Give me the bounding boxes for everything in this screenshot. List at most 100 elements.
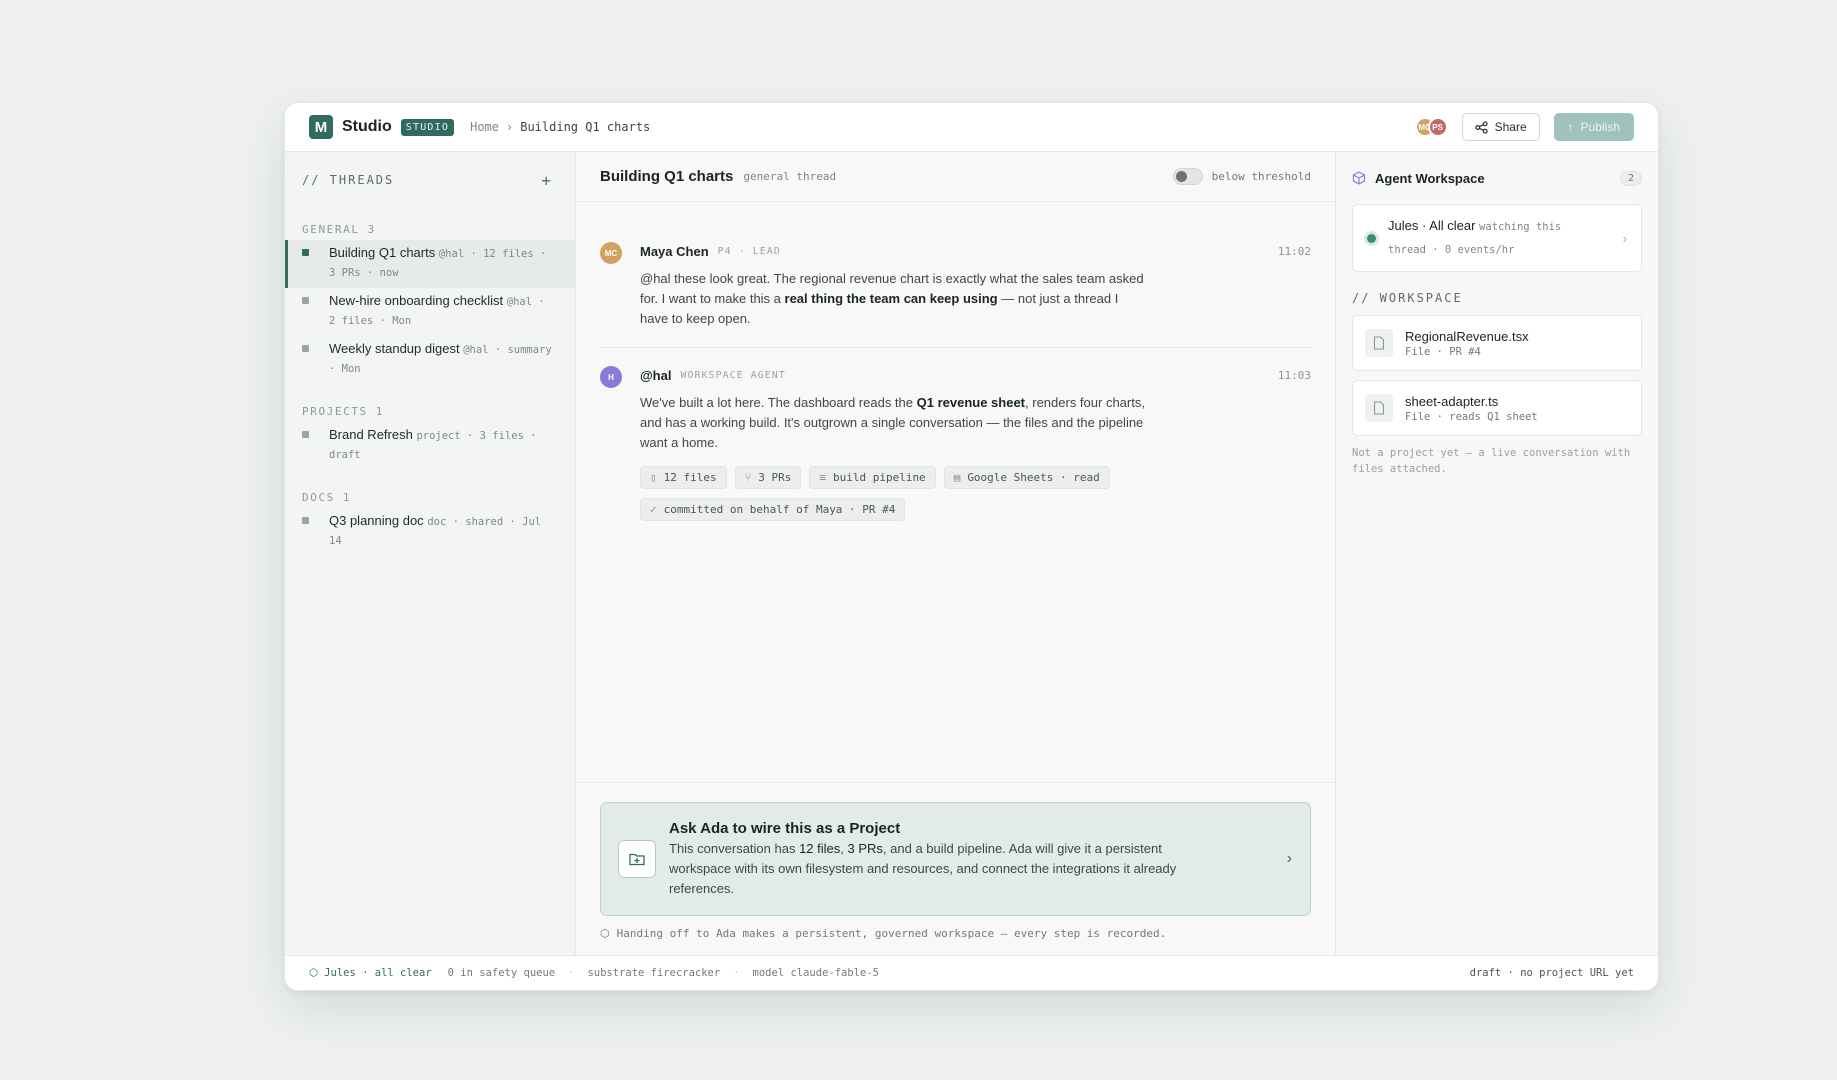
studio-badge: STUDIO <box>400 118 455 136</box>
agent-workspace-header: Agent Workspace 2 <box>1336 152 1658 204</box>
thread-item-q3-planning[interactable]: Q3 planning doc doc · shared · Jul 14 <box>285 508 575 556</box>
thread-title: New-hire onboarding checklist <box>329 293 504 308</box>
brand-name: Studio <box>342 118 392 135</box>
file-item[interactable]: RegionalRevenue.tsx File · PR #4 <box>1352 315 1642 371</box>
group-projects: PROJECTS 1 <box>285 400 575 422</box>
breadcrumb: Home › Building Q1 charts <box>470 120 650 134</box>
conversation-panel: Building Q1 charts general thread below … <box>576 152 1336 955</box>
publish-label: Publish <box>1580 120 1620 134</box>
file-name: RegionalRevenue.tsx <box>1405 328 1529 344</box>
thread-title: Building Q1 charts <box>329 245 436 260</box>
message-bold-text: Q1 revenue sheet <box>916 395 1026 410</box>
breadcrumb-home[interactable]: Home <box>470 120 499 134</box>
status-separator: · <box>733 967 740 979</box>
cta-prs: 3 PRs <box>847 840 883 856</box>
chip-label: 3 PRs <box>758 471 792 484</box>
thread-title: Q3 planning doc <box>329 513 424 528</box>
conversation-subtitle: general thread <box>743 170 837 183</box>
app-window: M Studio STUDIO Home › Building Q1 chart… <box>284 102 1659 991</box>
message-role: WORKSPACE AGENT <box>680 369 786 381</box>
message-author[interactable]: @hal <box>640 368 671 383</box>
toggle-label: below threshold <box>1211 170 1311 183</box>
handoff-note: ⬡ Handing off to Ada makes a persistent,… <box>600 927 1166 940</box>
app-logo[interactable]: M <box>309 115 333 139</box>
handoff-text: Handing off to Ada makes a persistent, g… <box>616 927 1167 940</box>
status-draft: draft · no project URL yet <box>1469 967 1634 979</box>
chip-prs[interactable]: ⑂ 3 PRs <box>734 466 802 489</box>
status-jules[interactable]: Jules · all clear <box>324 967 431 979</box>
group-label: PROJECTS <box>302 404 368 418</box>
commit-chip-row: ✓ committed on behalf of Maya · PR #4 <box>640 498 1240 521</box>
cta-description: This conversation has 12 files, 3 PRs, a… <box>669 839 1199 899</box>
message-bold-text: real thing the team can keep using <box>784 291 998 306</box>
breadcrumb-separator-icon: › <box>506 120 514 134</box>
thread-square-icon <box>302 431 309 438</box>
ask-ada-project-card[interactable]: Ask Ada to wire this as a Project This c… <box>600 802 1311 916</box>
thread-square-icon <box>302 297 309 304</box>
avatar: MC <box>600 242 622 264</box>
share-button[interactable]: Share <box>1461 113 1540 141</box>
share-icon <box>1474 120 1488 134</box>
conversation-header: Building Q1 charts general thread below … <box>576 152 1335 202</box>
thread-square-icon <box>302 345 309 352</box>
artifact-chips: ▯ 12 files ⑂ 3 PRs ≡ build pipeline ▤ Google… <box>640 466 1240 489</box>
status-model: model claude-fable-5 <box>752 967 879 979</box>
message-body: We've built a lot here. The dashboard re… <box>640 393 1145 453</box>
sheet-icon: ▤ <box>953 471 961 484</box>
threads-sidebar: // THREADS + GENERAL 3 Building Q1 chart… <box>285 152 576 955</box>
cta-text: , <box>840 840 848 856</box>
group-docs: DOCS 1 <box>285 486 575 508</box>
message-time: 11:03 <box>1277 368 1311 382</box>
thread-item-standup-digest[interactable]: Weekly standup digest @hal · summary · M… <box>285 336 575 384</box>
message-body: @hal these look great. The regional reve… <box>640 269 1145 329</box>
workspace-count-badge: 2 <box>1619 170 1642 186</box>
collaborator-avatars: MC PS <box>1414 117 1448 137</box>
threads-header: // THREADS + <box>285 152 575 208</box>
avatar: H <box>600 366 622 388</box>
avatar[interactable]: PS <box>1427 117 1448 137</box>
folder-plus-icon <box>618 840 656 878</box>
group-count: 1 <box>342 490 352 504</box>
message-role: P4 · LEAD <box>717 245 781 257</box>
thread-title: Weekly standup digest <box>329 341 460 356</box>
check-circle-icon: ✓ <box>650 503 657 516</box>
publish-button[interactable]: ↑ Publish <box>1553 113 1634 141</box>
cta-text: This conversation has <box>669 840 800 856</box>
status-substrate: substrate firecracker <box>587 967 721 979</box>
status-dot-icon <box>1367 233 1376 243</box>
threshold-toggle[interactable]: below threshold <box>1172 168 1311 185</box>
group-count: 1 <box>375 404 385 418</box>
cube-icon <box>1352 171 1366 185</box>
chevron-right-icon: › <box>1286 850 1292 867</box>
group-general: GENERAL 3 <box>285 218 575 240</box>
message-author[interactable]: Maya Chen <box>640 244 709 259</box>
thread-item-building-q1-charts[interactable]: Building Q1 charts @hal · 12 files · 3 P… <box>285 240 575 288</box>
thread-title: Brand Refresh <box>329 427 413 442</box>
message-maya: MC Maya Chen P4 · LEAD 11:02 @hal these … <box>576 241 1335 329</box>
top-bar: M Studio STUDIO Home › Building Q1 chart… <box>285 103 1658 152</box>
add-thread-plus-icon[interactable]: + <box>541 171 551 190</box>
file-item[interactable]: sheet-adapter.ts File · reads Q1 sheet <box>1352 380 1642 436</box>
group-label: DOCS <box>302 490 335 504</box>
shield-icon: ⬡ <box>309 967 319 979</box>
commit-chip[interactable]: ✓ committed on behalf of Maya · PR #4 <box>640 498 906 521</box>
toggle-switch[interactable] <box>1172 168 1203 185</box>
chip-build-pipeline[interactable]: ≡ build pipeline <box>809 466 936 489</box>
threads-heading: // THREADS <box>302 173 395 187</box>
workspace-note: Not a project yet — a live conversation … <box>1352 447 1631 475</box>
jules-status-card[interactable]: Jules · All clear watching this thread ·… <box>1352 204 1642 272</box>
cta-files: 12 files <box>799 840 841 856</box>
file-icon <box>1365 394 1393 422</box>
file-meta: File · PR #4 <box>1405 345 1481 358</box>
chip-label: 12 files <box>663 471 717 484</box>
composer-divider <box>576 782 1335 783</box>
conversation-title: Building Q1 charts <box>600 168 734 185</box>
chip-google-sheets[interactable]: ▤ Google Sheets · read <box>943 466 1110 489</box>
thread-item-onboarding[interactable]: New-hire onboarding checklist @hal · 2 f… <box>285 288 575 336</box>
chip-files[interactable]: ▯ 12 files <box>640 466 727 489</box>
file-meta: File · reads Q1 sheet <box>1405 410 1538 423</box>
thread-item-brand-refresh[interactable]: Brand Refresh project · 3 files · draft <box>285 422 575 470</box>
cta-title: Ask Ada to wire this as a Project <box>669 819 901 837</box>
agent-workspace-panel: Agent Workspace 2 Jules · All clear watc… <box>1336 152 1658 955</box>
thread-square-icon <box>302 249 309 256</box>
